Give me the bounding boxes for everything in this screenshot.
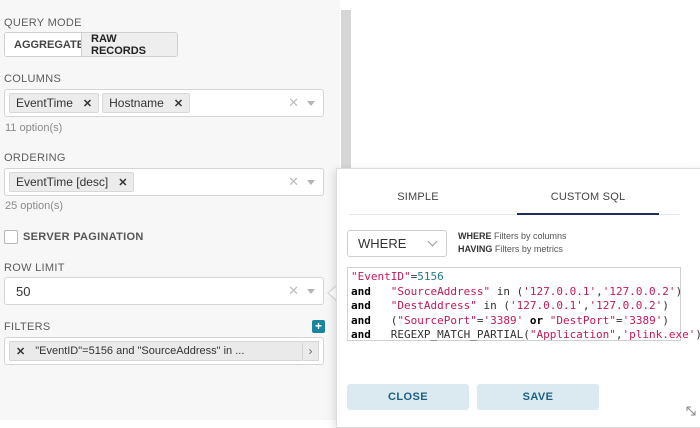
remove-tag-icon[interactable]: ✕ xyxy=(118,176,127,189)
sql-line: "EventID"=5156 xyxy=(351,270,444,283)
tab-custom-sql[interactable]: CUSTOM SQL xyxy=(517,191,659,203)
resize-handle-icon[interactable] xyxy=(686,406,696,416)
aggregate-button[interactable]: AGGREGATE xyxy=(5,33,84,56)
active-tab-underline xyxy=(517,213,659,215)
column-tag-label: Hostname xyxy=(109,96,164,110)
remove-tag-icon[interactable]: ✕ xyxy=(174,97,183,110)
panel-divider[interactable] xyxy=(341,10,351,170)
row-limit-select[interactable]: 50 ✕ xyxy=(4,277,324,305)
sql-line: and "DestAddress" in ('127.0.0.1','127.0… xyxy=(351,299,669,312)
filters-label: FILTERS xyxy=(4,321,51,333)
dropdown-caret-icon[interactable] xyxy=(307,288,315,294)
having-explain: HAVING Filters by metrics xyxy=(458,244,563,254)
chevron-down-icon xyxy=(427,236,438,247)
clear-icon[interactable]: ✕ xyxy=(288,283,299,299)
clear-icon[interactable]: ✕ xyxy=(288,174,299,190)
clause-select-value: WHERE xyxy=(358,236,407,251)
ordering-tag: EventTime [desc] ✕ xyxy=(9,172,135,192)
ordering-tag-label: EventTime [desc] xyxy=(16,175,109,189)
columns-hint: 11 option(s) xyxy=(5,122,63,134)
add-filter-button[interactable]: + xyxy=(312,320,325,333)
column-tag-label: EventTime xyxy=(16,96,73,110)
ordering-select[interactable]: EventTime [desc] ✕ ✕ xyxy=(4,168,324,196)
raw-records-button[interactable]: RAW RECORDS xyxy=(81,33,177,56)
dropdown-caret-icon[interactable] xyxy=(307,179,315,185)
row-limit-value: 50 xyxy=(16,283,31,299)
sql-line: and ("SourcePort"='3389' or "DestPort"='… xyxy=(351,313,669,327)
tab-simple[interactable]: SIMPLE xyxy=(349,191,487,203)
remove-tag-icon[interactable]: ✕ xyxy=(83,97,92,110)
chevron-right-icon[interactable]: › xyxy=(303,341,319,361)
filter-pill[interactable]: ✕ "EventID"=5156 and "SourceAddress" in … xyxy=(9,341,303,361)
sql-line: and "SourceAddress" in ('127.0.0.1','127… xyxy=(351,284,683,298)
ordering-hint: 25 option(s) xyxy=(5,200,64,212)
server-pagination-checkbox[interactable] xyxy=(4,230,18,244)
row-limit-label: ROW LIMIT xyxy=(4,262,65,274)
where-explain: WHERE Filters by columns xyxy=(458,231,567,241)
clear-icon[interactable]: ✕ xyxy=(288,95,299,111)
columns-label: COLUMNS xyxy=(4,73,62,85)
column-tag: Hostname ✕ xyxy=(102,93,191,113)
save-button[interactable]: SAVE xyxy=(477,384,599,410)
remove-filter-icon[interactable]: ✕ xyxy=(16,345,25,358)
server-pagination-label: SERVER PAGINATION xyxy=(23,231,144,243)
filter-text: "EventID"=5156 and "SourceAddress" in ..… xyxy=(35,345,245,357)
close-button[interactable]: CLOSE xyxy=(347,384,469,410)
columns-select[interactable]: EventTime ✕ Hostname ✕ ✕ xyxy=(4,89,324,117)
dropdown-caret-icon[interactable] xyxy=(307,100,315,106)
query-mode-label: QUERY MODE xyxy=(4,17,82,29)
clause-select[interactable]: WHERE xyxy=(347,230,447,257)
sql-line: and REGEXP_MATCH_PARTIAL("Application",'… xyxy=(351,328,700,341)
ordering-label: ORDERING xyxy=(4,152,66,164)
column-tag: EventTime ✕ xyxy=(9,93,100,113)
clause-explanation: WHERE Filters by columns HAVING Filters … xyxy=(458,230,567,256)
filters-box: ✕ "EventID"=5156 and "SourceAddress" in … xyxy=(4,337,324,365)
sql-editor[interactable]: "EventID"=5156 and "SourceAddress" in ('1… xyxy=(347,267,700,341)
query-mode-toggle: AGGREGATE RAW RECORDS xyxy=(4,32,178,57)
